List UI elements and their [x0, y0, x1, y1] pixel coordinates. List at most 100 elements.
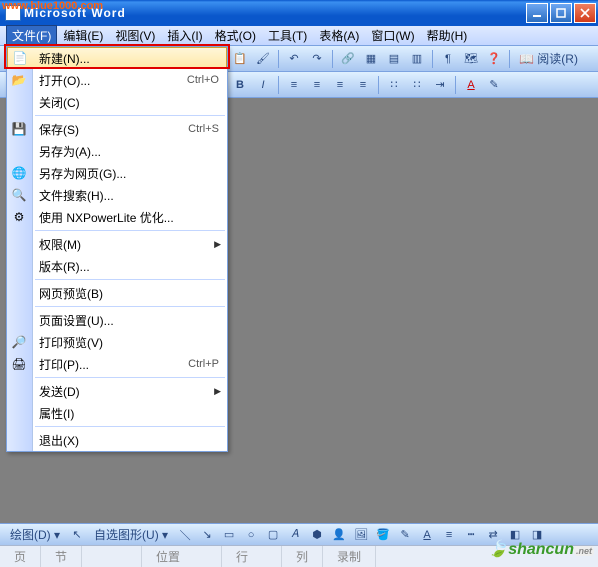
print-preview-label: 打印预览(V) [39, 334, 219, 351]
file-menu-close[interactable]: 关闭(C) [7, 91, 227, 113]
file-menu-page-setup[interactable]: 页面设置(U)... [7, 309, 227, 331]
line-style-icon[interactable]: ≡ [440, 526, 458, 544]
print-label: 打印(P)... [39, 356, 188, 373]
file-menu-permissions[interactable]: 权限(M)▶ [7, 233, 227, 255]
file-menu-nxpowerlite[interactable]: ⚙使用 NXPowerLite 优化... [7, 206, 227, 228]
nxpowerlite-label: 使用 NXPowerLite 优化... [39, 209, 219, 226]
excel-icon[interactable]: ▤ [384, 49, 404, 69]
indent-icon[interactable]: ⇥ [430, 75, 450, 95]
numbered-list-icon[interactable]: ∷ [384, 75, 404, 95]
menu-separator [35, 115, 225, 116]
menu-file[interactable]: 文件(F) [6, 25, 57, 46]
web-preview-icon [11, 285, 27, 301]
file-menu-properties[interactable]: 属性(I) [7, 402, 227, 424]
minimize-button[interactable] [526, 3, 548, 23]
maximize-button[interactable] [550, 3, 572, 23]
file-menu-exit[interactable]: 退出(X) [7, 429, 227, 451]
status-section: 节 [41, 546, 82, 567]
watermark-url: www.blue1000.com [2, 0, 103, 12]
draw-menu[interactable]: 绘图(D) ▾ [6, 526, 64, 543]
font-color-icon[interactable]: A [461, 75, 481, 95]
file-menu-send[interactable]: 发送(D)▶ [7, 380, 227, 402]
file-menu-file-search[interactable]: 🔍 文件搜索(H)... [7, 184, 227, 206]
file-menu-new[interactable]: 📄 新建(N)... [7, 47, 227, 69]
align-center-icon[interactable]: ≡ [307, 75, 327, 95]
bold-icon[interactable]: B [230, 75, 250, 95]
file-menu-web-preview[interactable]: 网页预览(B) [7, 282, 227, 304]
align-right-icon[interactable]: ≡ [330, 75, 350, 95]
highlight-icon[interactable]: ✎ [484, 75, 504, 95]
pointer-icon[interactable]: ↖ [68, 526, 86, 544]
redo-icon[interactable]: ↷ [307, 49, 327, 69]
paste-icon[interactable]: 📋 [230, 49, 250, 69]
status-page: 页 [0, 546, 41, 567]
columns-icon[interactable]: ▥ [407, 49, 427, 69]
status-rec: 录制 [323, 546, 376, 567]
menu-format[interactable]: 格式(O) [209, 25, 262, 46]
file-search-label: 文件搜索(H)... [39, 187, 219, 204]
menu-view[interactable]: 视图(V) [109, 25, 161, 46]
picture-icon[interactable]: 🖼 [352, 526, 370, 544]
clipart-icon[interactable]: 👤 [330, 526, 348, 544]
read-mode-button[interactable]: 📖 阅读(R) [515, 50, 582, 67]
italic-icon[interactable]: I [253, 75, 273, 95]
file-menu-save-as[interactable]: 另存为(A)... [7, 140, 227, 162]
save-as-web-icon: 🌐 [11, 165, 27, 181]
status-pages [82, 546, 142, 567]
diagram-icon[interactable]: ⬢ [308, 526, 326, 544]
dash-style-icon[interactable]: ┅ [462, 526, 480, 544]
web-preview-label: 网页预览(B) [39, 285, 219, 302]
submenu-arrow-icon: ▶ [214, 386, 221, 397]
oval-icon[interactable]: ○ [242, 526, 260, 544]
page-setup-label: 页面设置(U)... [39, 312, 219, 329]
rect-icon[interactable]: ▭ [220, 526, 238, 544]
print-icon: 🖨 [11, 356, 27, 372]
file-menu-save[interactable]: 💾保存(S)Ctrl+S [7, 118, 227, 140]
open-icon: 📂 [11, 72, 27, 88]
menu-window[interactable]: 窗口(W) [365, 25, 420, 46]
shancun-watermark: 🍃shancun.net [488, 539, 594, 559]
textbox-icon[interactable]: ▢ [264, 526, 282, 544]
file-menu-open[interactable]: 📂打开(O)...Ctrl+O [7, 69, 227, 91]
menu-help[interactable]: 帮助(H) [421, 25, 474, 46]
menu-separator [35, 377, 225, 378]
new-label: 新建(N)... [39, 50, 218, 67]
file-search-icon: 🔍 [11, 187, 27, 203]
status-position: 位置 [142, 546, 222, 567]
save-icon: 💾 [11, 121, 27, 137]
save-accel: Ctrl+S [188, 123, 219, 135]
bullet-list-icon[interactable]: ∷ [407, 75, 427, 95]
print-preview-icon: 🔎 [11, 334, 27, 350]
exit-label: 退出(X) [39, 432, 219, 449]
file-menu-print[interactable]: 🖨打印(P)...Ctrl+P [7, 353, 227, 375]
new-icon: 📄 [12, 50, 28, 66]
font-color2-icon[interactable]: A [418, 526, 436, 544]
file-menu-print-preview[interactable]: 🔎 打印预览(V) [7, 331, 227, 353]
fill-color-icon[interactable]: 🪣 [374, 526, 392, 544]
submenu-arrow-icon: ▶ [214, 239, 221, 250]
line-icon[interactable]: ＼ [176, 526, 194, 544]
format-painter-icon[interactable]: 🖌 [253, 49, 273, 69]
menu-insert[interactable]: 插入(I) [161, 25, 208, 46]
menu-tools[interactable]: 工具(T) [262, 25, 313, 46]
wordart-icon[interactable]: 𝐴 [286, 526, 304, 544]
file-menu-dropdown: 📄 新建(N)... 📂打开(O)...Ctrl+O关闭(C) 💾保存(S)Ctrl+… [6, 46, 228, 452]
close-button[interactable] [574, 3, 596, 23]
autoshape-menu[interactable]: 自选图形(U) ▾ [90, 526, 172, 543]
justify-icon[interactable]: ≡ [353, 75, 373, 95]
file-menu-save-as-web[interactable]: 🌐另存为网页(G)... [7, 162, 227, 184]
arrow-icon[interactable]: ↘ [198, 526, 216, 544]
properties-icon [11, 405, 27, 421]
map-icon[interactable]: 🗺 [461, 49, 481, 69]
menu-edit[interactable]: 编辑(E) [57, 25, 109, 46]
menu-table[interactable]: 表格(A) [313, 25, 365, 46]
line-color-icon[interactable]: ✎ [396, 526, 414, 544]
undo-icon[interactable]: ↶ [284, 49, 304, 69]
table-icon[interactable]: ▦ [361, 49, 381, 69]
send-icon [11, 383, 27, 399]
link-icon[interactable]: 🔗 [338, 49, 358, 69]
help-icon[interactable]: ❓ [484, 49, 504, 69]
file-menu-versions[interactable]: 版本(R)... [7, 255, 227, 277]
align-left-icon[interactable]: ≡ [284, 75, 304, 95]
show-marks-icon[interactable]: ¶ [438, 49, 458, 69]
